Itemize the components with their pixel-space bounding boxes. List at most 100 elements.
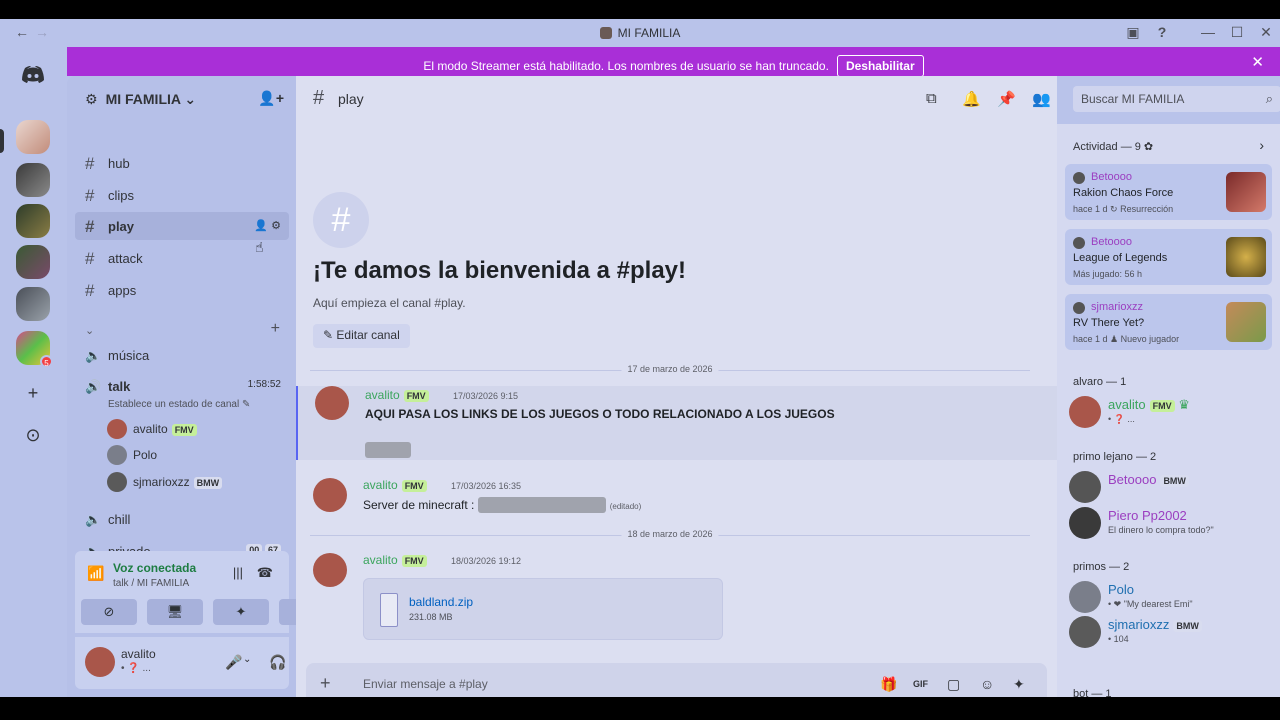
avatar[interactable] [315,386,349,420]
user-panel-name[interactable]: avalito [121,647,156,661]
message-composer[interactable]: + Enviar mensaje a #play 🎁 GIF ▢ ☺ ✦ [306,663,1047,697]
server-icon-1[interactable] [16,120,50,154]
headphones-icon[interactable]: 🎧 [269,654,286,671]
channel-name: apps [108,283,137,298]
home-discord-icon[interactable] [16,57,50,91]
channel-status-prompt[interactable]: Establece un estado de canal ✎ [108,399,250,410]
close-banner-icon[interactable]: ✕ [1251,53,1264,71]
help-icon[interactable]: ? [1152,24,1172,40]
server-icon-4[interactable] [16,245,50,279]
member-name: Piero Pp2002 [1108,508,1187,523]
activities-button[interactable]: ✦ [213,599,269,625]
activity-game: RV There Yet? [1073,317,1145,329]
channel-hub[interactable]: # hub [75,149,289,177]
disconnect-phone-icon[interactable]: ☎ [257,565,273,581]
voice-channel-musica[interactable]: 🔈 música [75,341,289,369]
channel-status-text: Establece un estado de canal [108,399,240,410]
user-tag: FMV [401,555,427,567]
discover-compass-icon[interactable]: ⊙ [16,419,50,453]
channel-name: attack [108,251,143,266]
channel-actions[interactable]: 👤 ⚙ [254,219,281,232]
inbox-icon[interactable]: ▣ [1123,24,1143,41]
gift-icon[interactable]: 🎁 [880,676,897,693]
channel-clips[interactable]: # clips [75,181,289,209]
avatar [107,445,127,465]
member-polo[interactable]: Polo • ❤ "My dearest Emi" [1069,577,1269,617]
disable-streamer-button[interactable]: Deshabilitar [836,55,924,77]
gear-icon[interactable]: ⚙ [271,220,281,232]
server-icon-2[interactable] [16,163,50,197]
activity-card[interactable]: Betoooo League of Legends Más jugado: 56… [1065,229,1272,285]
create-channel-icon[interactable]: + [271,320,280,338]
close-window-button[interactable]: ✕ [1256,24,1276,41]
member-piero[interactable]: Piero Pp2002 El dinero lo compra todo?" [1069,503,1269,543]
avatar[interactable] [313,553,347,587]
maximize-button[interactable]: ☐ [1227,24,1247,41]
avatar[interactable] [313,478,347,512]
hashtag-icon: # [85,186,95,205]
message[interactable]: avalito FMV 17/03/2026 16:35 Server de mi… [296,476,1057,516]
member-betoooo[interactable]: Betoooo BMW [1069,467,1269,507]
file-attachment[interactable]: baldland.zip 231.08 MB [363,578,723,640]
member-sjmarioxzz[interactable]: sjmarioxzz BMW • 104 [1069,612,1269,652]
activity-card[interactable]: Betoooo Rakion Chaos Force hace 1 d ↻ Re… [1065,164,1272,220]
message-author[interactable]: avalito [363,553,398,567]
threads-icon[interactable]: ⧉ [926,90,937,107]
microphone-icon[interactable]: 🎤 [225,654,242,671]
activity-user: Betoooo [1091,171,1132,183]
hidden-link-embed[interactable] [365,442,411,458]
category-collapse-icon[interactable]: ⌄ [85,324,94,337]
emoji-icon[interactable]: ☺ [980,676,994,692]
camera-off-button[interactable]: ⊘ [81,599,137,625]
activity-card[interactable]: sjmarioxzz RV There Yet? hace 1 d ♟ Nuev… [1065,294,1272,350]
server-icon-3[interactable] [16,204,50,238]
member-list-icon[interactable]: 👥 [1032,90,1051,108]
server-header[interactable]: ⚙ MI FAMILIA ⌄ 👤+ [67,76,296,124]
server-icon-5[interactable] [16,287,50,321]
voice-channel-talk[interactable]: 🔊 talk 1:58:52 [75,372,289,400]
minimize-button[interactable]: — [1198,24,1218,40]
channel-play[interactable]: # play 👤 ⚙ [75,212,289,240]
edit-channel-button[interactable]: ✎ Editar canal [313,324,410,348]
avatar [1073,302,1085,314]
voice-channel-chill[interactable]: 🔈 chill [75,505,289,533]
mic-options-chevron-icon[interactable]: ⌄ [243,654,251,665]
channel-apps[interactable]: # apps [75,276,289,304]
channel-name: talk [108,379,131,394]
file-name-link[interactable]: baldland.zip [409,595,473,609]
notification-bell-icon[interactable]: 🔔 [962,90,981,108]
message-author[interactable]: avalito [365,388,400,402]
gif-icon[interactable]: GIF [913,679,928,689]
noise-suppression-icon[interactable]: ||| [233,565,243,580]
user-tag: BMW [193,477,223,489]
screen-share-button[interactable]: 🖥 [147,599,203,625]
pencil-icon: ✎ [323,328,334,342]
member-avalito[interactable]: avalito FMV ♛ • ❓ ... [1069,392,1269,432]
sticker-icon[interactable]: ▢ [947,676,960,693]
composer-placeholder: Enviar mensaje a #play [363,677,488,691]
apps-icon[interactable]: ✦ [1013,676,1025,693]
avatar[interactable] [85,647,115,677]
signal-icon[interactable]: 📶 [87,565,104,582]
edited-label: (editado) [609,502,642,511]
member-name: avalito [1108,397,1146,412]
activity-meta: hace 1 d ♟ Nuevo jugador [1073,334,1180,344]
hidden-link-spoiler[interactable] [477,497,606,513]
invite-icon[interactable]: 👤 [254,220,268,232]
voice-connected-channel[interactable]: talk / MI FAMILIA [113,578,189,589]
message[interactable]: avalito FMV 17/03/2026 9:15 AQUI PASA LOS… [296,386,1057,460]
message[interactable]: avalito FMV 18/03/2026 19:12 baldland.zip… [296,551,1057,641]
pin-icon[interactable]: 📌 [997,90,1016,108]
add-server-icon[interactable]: + [16,377,50,411]
search-input[interactable]: Buscar MI FAMILIA ⌕ [1073,86,1280,112]
user-panel-status: • ❓ ... [121,663,151,674]
upload-plus-icon[interactable]: + [320,673,331,694]
discord-app: ← → MI FAMILIA ▣ ? — ☐ ✕ 5 + ⊙ El modo S… [0,19,1280,697]
message-author[interactable]: avalito [363,478,398,492]
title-bar: ← → MI FAMILIA ▣ ? — ☐ ✕ [0,19,1280,47]
chevron-right-icon[interactable]: › [1259,137,1264,153]
welcome-subtitle: Aquí empieza el canal #play. [313,296,466,310]
invite-people-icon[interactable]: 👤+ [258,90,284,107]
member-name: Betoooo [1108,472,1157,487]
speaker-icon: 🔈 [85,348,102,363]
